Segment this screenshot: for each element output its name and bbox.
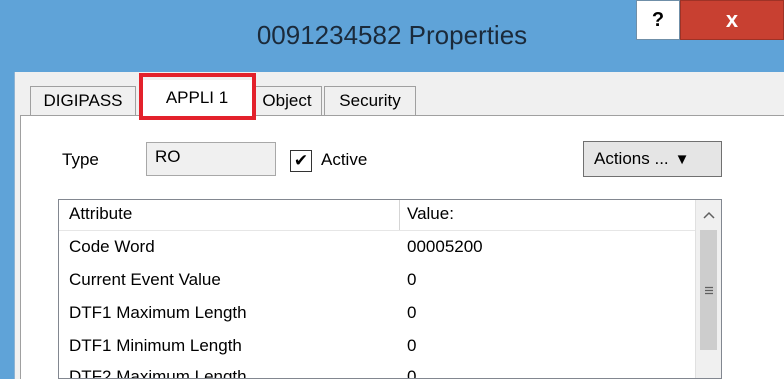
vertical-scrollbar[interactable] <box>695 200 721 378</box>
table-row-attribute[interactable]: DTF1 Maximum Length <box>69 303 247 323</box>
table-row-value[interactable]: 0 <box>407 303 416 323</box>
table-row-attribute[interactable]: Current Event Value <box>69 270 221 290</box>
scroll-thumb[interactable] <box>700 230 717 350</box>
header-divider <box>59 230 695 231</box>
title-bar[interactable]: 0091234582 Properties ? x <box>0 0 784 72</box>
actions-label: Actions ... <box>594 149 669 168</box>
active-checkbox[interactable]: ✔ <box>290 150 312 172</box>
column-header-value[interactable]: Value: <box>407 204 454 224</box>
grip-icon <box>704 286 713 294</box>
tab-security[interactable]: Security <box>324 86 416 115</box>
help-button[interactable]: ? <box>636 0 680 40</box>
column-divider[interactable] <box>399 200 400 230</box>
table-row-value[interactable]: 0 <box>407 270 416 290</box>
type-label: Type <box>62 150 99 169</box>
highlight-box <box>139 73 256 120</box>
type-field: RO <box>146 142 276 176</box>
tab-digipass[interactable]: DIGIPASS <box>30 86 136 115</box>
close-button[interactable]: x <box>680 0 784 40</box>
properties-window: 0091234582 Properties ? x DIGIPASS APPLI… <box>0 0 784 379</box>
tab-object[interactable]: Object <box>252 86 322 115</box>
table-row-attribute[interactable]: DTF1 Minimum Length <box>69 336 242 356</box>
checkmark-icon: ✔ <box>293 151 309 170</box>
chevron-down-icon: ▼ <box>674 150 690 168</box>
table-row-value[interactable]: 0 <box>407 367 416 378</box>
table-row-attribute[interactable]: DTF2 Maximum Length <box>69 367 247 378</box>
table-row-value[interactable]: 00005200 <box>407 237 483 257</box>
column-header-attribute[interactable]: Attribute <box>69 204 132 224</box>
attribute-table[interactable]: Attribute Value: Code Word 00005200 Curr… <box>58 199 722 379</box>
chevron-up-icon[interactable] <box>696 202 721 228</box>
actions-button[interactable]: Actions ... ▼ <box>583 141 722 177</box>
tab-strip-divider <box>20 115 784 116</box>
active-label: Active <box>321 150 368 169</box>
table-row-attribute[interactable]: Code Word <box>69 237 155 257</box>
table-row-value[interactable]: 0 <box>407 336 416 356</box>
